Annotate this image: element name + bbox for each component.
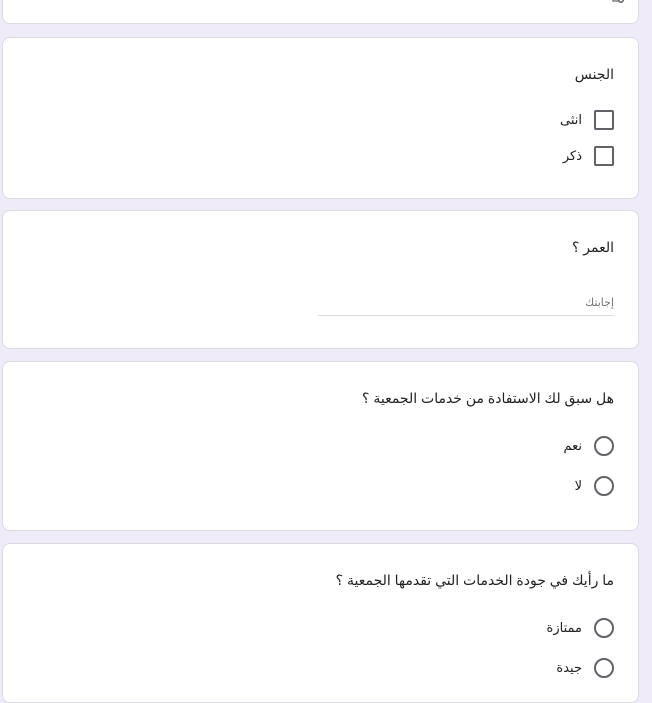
- radio-button[interactable]: [594, 658, 614, 678]
- option-female[interactable]: انثى: [560, 108, 614, 132]
- question-card-age: العمر ؟: [2, 210, 639, 349]
- question-title: ما رأيك في جودة الخدمات التي تقدمها الجم…: [335, 572, 614, 588]
- option-male[interactable]: ذكر: [563, 144, 614, 168]
- question-card-gender: الجنس انثى ذكر: [2, 37, 639, 199]
- file-remove-icon: [612, 0, 624, 3]
- question-title: الجنس: [574, 66, 614, 82]
- question-title: هل سبق لك الاستفادة من خدمات الجمعية ؟: [362, 390, 614, 406]
- radio-button[interactable]: [594, 476, 614, 496]
- option-good[interactable]: جيدة: [556, 656, 614, 680]
- radio-button[interactable]: [594, 618, 614, 638]
- option-no[interactable]: لا: [575, 474, 614, 498]
- previous-option[interactable]: [612, 0, 624, 3]
- question-card-benefit: هل سبق لك الاستفادة من خدمات الجمعية ؟ ن…: [2, 361, 639, 531]
- question-title: العمر ؟: [571, 239, 614, 255]
- option-label: انثى: [560, 112, 582, 127]
- checkbox[interactable]: [594, 146, 614, 166]
- option-yes[interactable]: نعم: [563, 434, 614, 458]
- option-excellent[interactable]: ممتازة: [547, 616, 614, 640]
- option-label: ذكر: [562, 148, 582, 163]
- age-answer-input[interactable]: [318, 291, 614, 316]
- checkbox[interactable]: [594, 110, 614, 130]
- option-label: نعم: [563, 438, 582, 453]
- option-label: ممتازة: [546, 620, 582, 635]
- question-card-quality: ما رأيك في جودة الخدمات التي تقدمها الجم…: [2, 543, 639, 703]
- option-label: جيدة: [556, 660, 582, 675]
- option-label: لا: [574, 478, 582, 493]
- question-card-previous: [2, 0, 639, 24]
- radio-button[interactable]: [594, 436, 614, 456]
